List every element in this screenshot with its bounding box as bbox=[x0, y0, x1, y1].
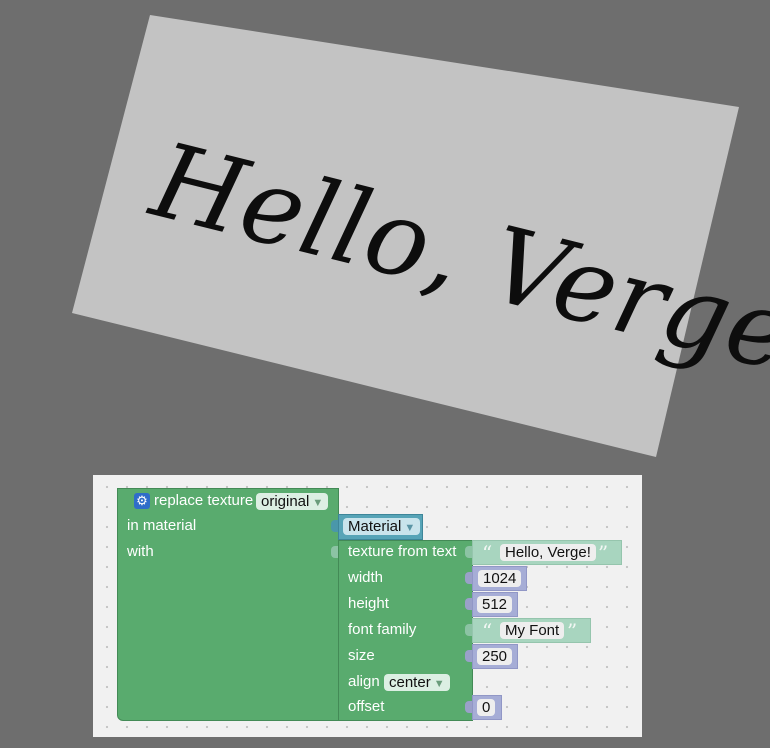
height-connector bbox=[465, 598, 472, 610]
text-value-field[interactable]: Hello, Verge! bbox=[500, 544, 596, 561]
scene-preview[interactable]: Hello, Verge! bbox=[0, 0, 770, 470]
width-connector bbox=[465, 572, 472, 584]
size-connector bbox=[465, 650, 472, 662]
open-quote-icon: “ bbox=[482, 541, 493, 565]
height-label: height bbox=[348, 595, 389, 612]
align-label: align bbox=[348, 673, 380, 690]
dropdown-arrow-icon: ▼ bbox=[433, 678, 445, 690]
replace-texture-dropdown-value: original bbox=[261, 493, 310, 510]
dropdown-arrow-icon: ▼ bbox=[404, 522, 416, 534]
size-value-field[interactable]: 250 bbox=[477, 648, 513, 665]
close-quote-icon: ” bbox=[598, 541, 609, 565]
open-quote-icon: “ bbox=[482, 619, 493, 643]
height-value-field[interactable]: 512 bbox=[477, 596, 513, 613]
align-dropdown-value: center bbox=[389, 674, 431, 691]
dropdown-arrow-icon: ▼ bbox=[312, 497, 324, 509]
offset-connector bbox=[465, 701, 472, 713]
offset-label: offset bbox=[348, 698, 385, 715]
align-dropdown[interactable]: center ▼ bbox=[384, 674, 450, 691]
texture-connector bbox=[331, 546, 338, 558]
offset-value-field[interactable]: 0 bbox=[477, 699, 496, 716]
material-connector bbox=[331, 520, 338, 532]
font-family-value-field[interactable]: My Font bbox=[500, 622, 565, 639]
gear-icon[interactable]: ⚙ bbox=[134, 493, 150, 509]
texture-from-text-label: texture from text bbox=[348, 543, 457, 560]
font-family-label: font family bbox=[348, 621, 417, 638]
in-material-label: in material bbox=[127, 517, 197, 534]
material-dropdown-value: Material bbox=[348, 518, 402, 535]
with-label: with bbox=[127, 543, 154, 560]
close-quote-icon: ” bbox=[567, 619, 578, 643]
text-connector bbox=[465, 546, 472, 558]
width-value-field[interactable]: 1024 bbox=[478, 570, 522, 587]
width-label: width bbox=[348, 569, 384, 586]
replace-texture-dropdown[interactable]: original ▼ bbox=[256, 493, 329, 510]
replace-texture-label: replace texture bbox=[154, 492, 254, 509]
material-dropdown[interactable]: Material ▼ bbox=[343, 518, 421, 535]
font-family-connector bbox=[465, 624, 472, 636]
size-label: size bbox=[348, 647, 375, 664]
